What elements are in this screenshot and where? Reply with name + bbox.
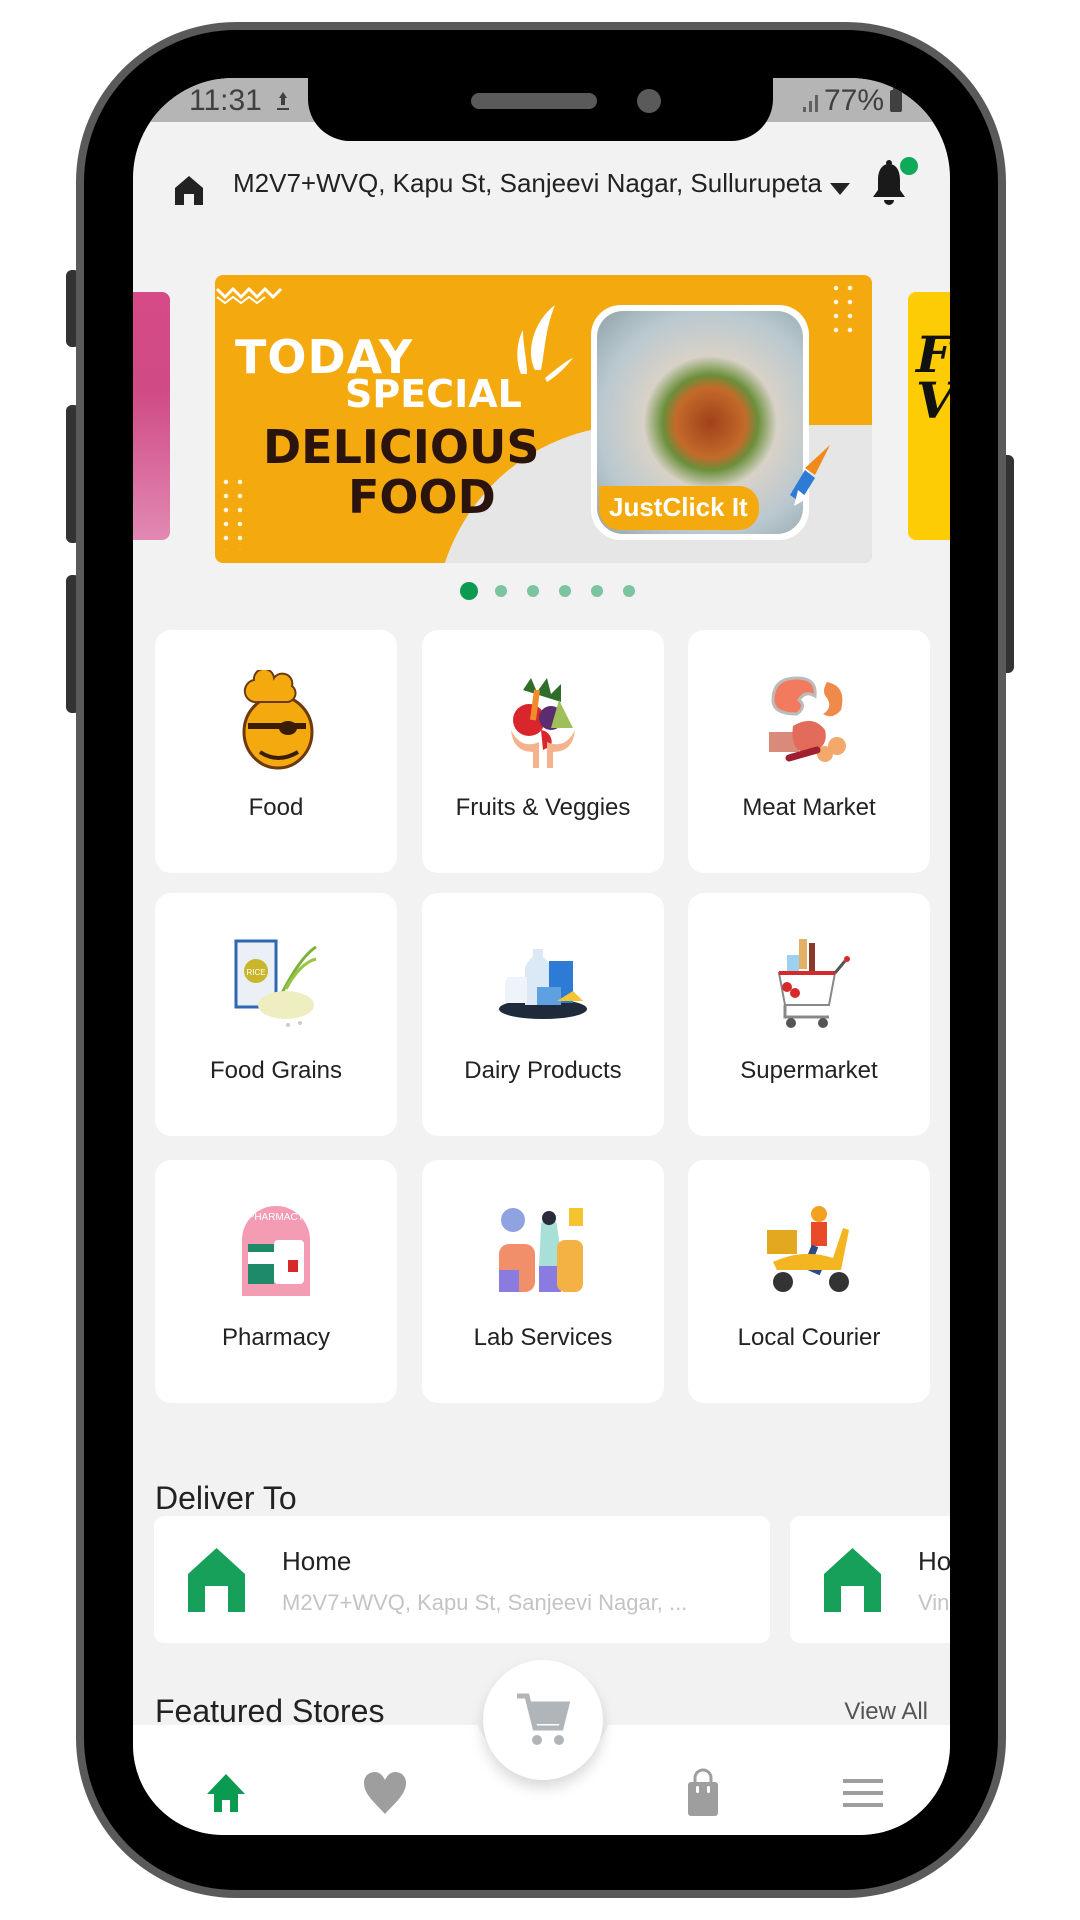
- carousel-dot[interactable]: [527, 585, 539, 597]
- category-card-food-grains[interactable]: RICE Food Grains: [155, 893, 397, 1136]
- status-right: 77%: [802, 84, 902, 118]
- banner-previous[interactable]: [133, 292, 170, 540]
- carousel-dot[interactable]: [495, 585, 507, 597]
- category-card-food[interactable]: Food: [155, 630, 397, 873]
- cart-fab-button[interactable]: [483, 1660, 603, 1780]
- category-label: Supermarket: [740, 1057, 878, 1084]
- address-line: M2V7+WVQ, Kapu St, Sanjeevi Nagar, ...: [282, 1590, 688, 1615]
- home-icon: [824, 1548, 881, 1612]
- lab-microscope-icon: [493, 1200, 593, 1300]
- category-card-supermarket[interactable]: Supermarket: [688, 893, 930, 1136]
- dots-decoration: [829, 281, 859, 341]
- category-card-local-courier[interactable]: Local Courier: [688, 1160, 930, 1403]
- camera-notch: [308, 78, 773, 141]
- nav-favorites[interactable]: [360, 1768, 410, 1818]
- view-all-link[interactable]: View All: [844, 1698, 928, 1726]
- battery-icon: [890, 86, 902, 112]
- category-label: Food Grains: [209, 1057, 343, 1084]
- address-card-second[interactable]: Ho Vin: [790, 1516, 950, 1643]
- deliver-to-title: Deliver To: [155, 1480, 297, 1516]
- category-label: Food: [248, 794, 304, 821]
- svg-text:PHARMACY: PHARMACY: [248, 1212, 305, 1223]
- dairy-icon: [493, 933, 593, 1033]
- category-label: Local Courier: [737, 1324, 881, 1351]
- speaker-grille: [471, 93, 597, 109]
- category-label: Dairy Products: [464, 1057, 622, 1084]
- phone-screen: 11:31 77% M2V7+WVQ, Kapu St, Sanjeevi Na…: [133, 78, 950, 1835]
- home-icon: [207, 1774, 245, 1812]
- banner-line-2: SPECIAL: [345, 372, 522, 416]
- address-name: Home: [282, 1546, 352, 1576]
- address-card-home[interactable]: Home M2V7+WVQ, Kapu St, Sanjeevi Nagar, …: [154, 1516, 770, 1643]
- banner-next-text: FiV: [916, 325, 950, 426]
- category-label: Pharmacy: [221, 1324, 331, 1351]
- promo-carousel[interactable]: TODAY SPECIAL DELICIOUS FOOD JustClick I…: [133, 275, 950, 565]
- banner-line-4: FOOD: [348, 470, 496, 524]
- rocket-icon: [790, 445, 830, 506]
- heart-icon: [364, 1772, 406, 1814]
- upload-icon: [277, 92, 289, 110]
- hamburger-menu-icon: [843, 1779, 883, 1807]
- dots-decoration: [219, 475, 249, 550]
- shopping-bag-icon: [688, 1768, 718, 1816]
- location-header[interactable]: M2V7+WVQ, Kapu St, Sanjeevi Nagar, Sullu…: [133, 138, 950, 228]
- carousel-dot-active[interactable]: [460, 582, 478, 600]
- chef-food-icon: [226, 668, 326, 770]
- brand-badge: JustClick It: [599, 486, 759, 530]
- shopping-cart-groceries-icon: [759, 933, 859, 1033]
- pharmacy-icon: PHARMACY: [226, 1200, 326, 1300]
- category-card-lab-services[interactable]: Lab Services: [422, 1160, 664, 1403]
- svg-text:RICE: RICE: [246, 968, 265, 977]
- category-label: Lab Services: [473, 1324, 613, 1351]
- wave-decoration-icon: [215, 286, 283, 305]
- banner-food-photo: JustClick It: [591, 305, 809, 540]
- signal-icon: [802, 90, 818, 112]
- current-address[interactable]: M2V7+WVQ, Kapu St, Sanjeevi Nagar, Sullu…: [233, 168, 823, 199]
- notification-badge: [900, 157, 918, 175]
- address-name: Ho: [918, 1546, 950, 1576]
- category-card-pharmacy[interactable]: PHARMACY Pharmacy: [155, 1160, 397, 1403]
- category-card-meat-market[interactable]: Meat Market: [688, 630, 930, 873]
- category-card-dairy-products[interactable]: Dairy Products: [422, 893, 664, 1136]
- home-icon: [175, 176, 203, 205]
- rice-bag-icon: RICE: [226, 933, 326, 1033]
- address-line: Vin: [918, 1590, 950, 1615]
- cart-icon: [517, 1693, 571, 1745]
- nav-home[interactable]: [201, 1768, 251, 1818]
- carousel-dot[interactable]: [559, 585, 571, 597]
- front-camera: [637, 89, 661, 113]
- home-icon: [188, 1548, 245, 1612]
- status-time: 11:31: [189, 84, 262, 117]
- delivery-scooter-icon: [759, 1200, 859, 1300]
- carousel-dot[interactable]: [591, 585, 603, 597]
- caret-down-icon[interactable]: [830, 183, 850, 195]
- nav-menu[interactable]: [838, 1768, 888, 1818]
- category-label: Meat Market: [742, 794, 876, 821]
- meat-icon: [759, 670, 859, 770]
- banner-line-3: DELICIOUS: [263, 420, 540, 474]
- battery-percent: 77%: [823, 84, 884, 117]
- brand-badge-text: JustClick It: [609, 492, 748, 522]
- carousel-pagination: [133, 581, 950, 601]
- category-label: Fruits & Veggies: [455, 794, 631, 821]
- carousel-dot[interactable]: [623, 585, 635, 597]
- banner-next[interactable]: FiV: [908, 292, 950, 540]
- category-card-fruits-veggies[interactable]: Fruits & Veggies: [422, 630, 664, 873]
- nav-orders[interactable]: [678, 1768, 728, 1818]
- banner-today-special[interactable]: TODAY SPECIAL DELICIOUS FOOD JustClick I…: [215, 275, 872, 563]
- fruits-veggies-icon: [493, 670, 593, 770]
